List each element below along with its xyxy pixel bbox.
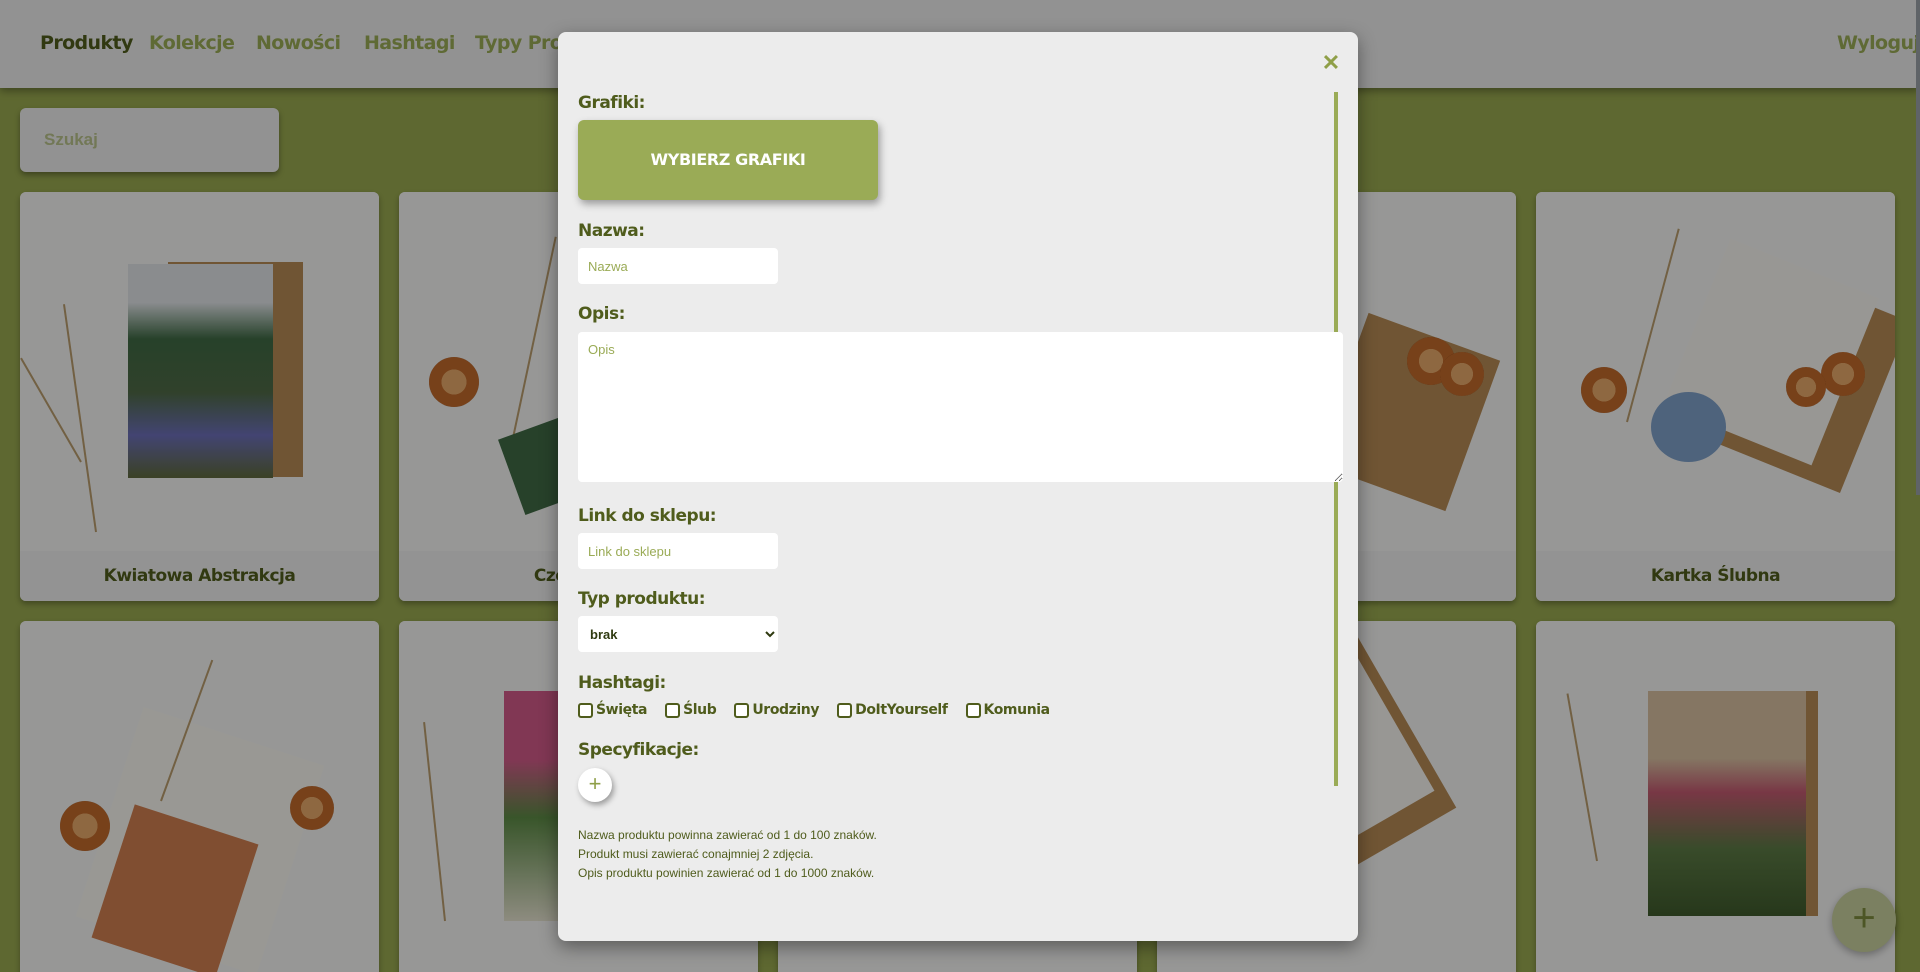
validation-messages: Nazwa produktu powinna zawierać od 1 do … bbox=[578, 826, 877, 883]
name-input[interactable] bbox=[578, 248, 778, 284]
hashtag-swieta[interactable]: Święta bbox=[578, 702, 647, 718]
specifications-label: Specyfikacje: bbox=[578, 740, 699, 760]
graphics-label: Grafiki: bbox=[578, 93, 645, 113]
product-type-label: Typ produktu: bbox=[578, 589, 706, 609]
checkbox[interactable] bbox=[965, 702, 981, 718]
checkbox[interactable] bbox=[578, 702, 593, 718]
shop-link-input[interactable] bbox=[578, 533, 778, 569]
validation-message: Opis produktu powinien zawierać od 1 do … bbox=[578, 866, 875, 880]
hashtag-checkbox-group: Święta Ślub Urodziny DoItYourself Komuni… bbox=[578, 702, 1050, 718]
select-graphics-button[interactable]: WYBIERZ GRAFIKI bbox=[578, 120, 878, 200]
description-label: Opis: bbox=[578, 304, 625, 324]
hashtag-urodziny[interactable]: Urodziny bbox=[734, 702, 820, 718]
validation-message: Produkt musi zawierać conajmniej 2 zdjęc… bbox=[578, 847, 814, 861]
add-product-modal: ✕ Grafiki: WYBIERZ GRAFIKI Nazwa: Opis: … bbox=[558, 32, 1358, 941]
hashtag-komunia[interactable]: Komunia bbox=[965, 702, 1050, 718]
checkbox[interactable] bbox=[665, 702, 681, 718]
description-textarea[interactable] bbox=[578, 332, 1343, 482]
name-label: Nazwa: bbox=[578, 221, 645, 241]
validation-message: Nazwa produktu powinna zawierać od 1 do … bbox=[578, 828, 877, 842]
product-type-select[interactable]: brak bbox=[578, 616, 778, 652]
hashtag-slub[interactable]: Ślub bbox=[665, 702, 717, 718]
hashtag-doityourself[interactable]: DoItYourself bbox=[837, 702, 948, 718]
close-icon[interactable]: ✕ bbox=[1316, 48, 1346, 78]
checkbox[interactable] bbox=[837, 702, 853, 718]
add-specification-button[interactable]: + bbox=[578, 768, 612, 802]
checkbox[interactable] bbox=[734, 702, 750, 718]
hashtags-label: Hashtagi: bbox=[578, 673, 666, 693]
shop-link-label: Link do sklepu: bbox=[578, 506, 717, 526]
